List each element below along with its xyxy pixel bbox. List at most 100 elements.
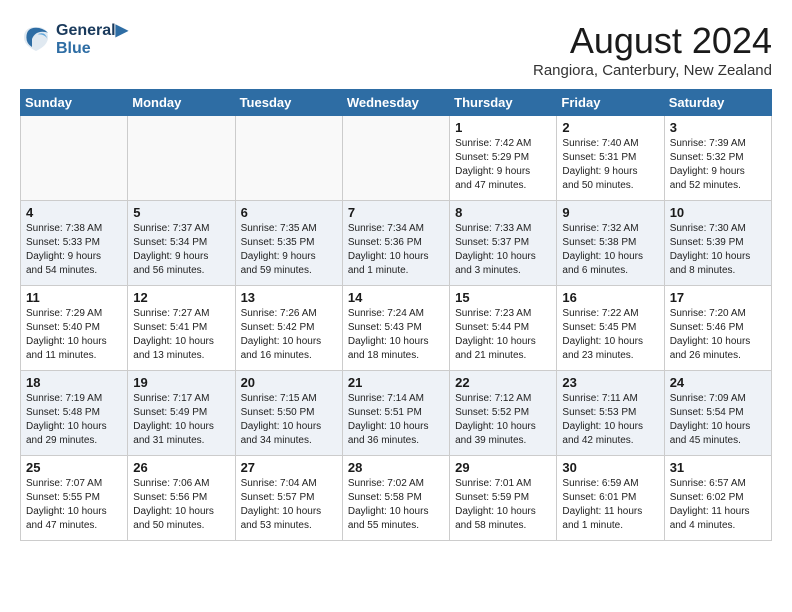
day-cell: 13Sunrise: 7:26 AM Sunset: 5:42 PM Dayli… [235,286,342,371]
day-info: Sunrise: 7:01 AM Sunset: 5:59 PM Dayligh… [455,477,551,533]
day-number: 12 [133,290,229,305]
col-header-sunday: Sunday [21,90,128,116]
day-cell: 18 Sunrise: 7:19 AM Sunset: 5:48 PM Dayli… [21,371,128,456]
day-cell: 21 Sunrise: 7:14 AM Sunset: 5:51 PM Dayli… [342,371,449,456]
day-info: Sunrise: 7:39 AM Sunset: 5:32 PM Dayligh… [670,137,766,193]
day-cell: 19Sunrise: 7:17 AM Sunset: 5:49 PM Dayli… [128,371,235,456]
logo-text: General▶ Blue [56,20,128,58]
day-info: Sunrise: 7:22 AM Sunset: 5:45 PM Dayligh… [562,307,658,363]
header-row: SundayMondayTuesdayWednesdayThursdayFrid… [21,90,772,116]
day-number: 10 [670,205,766,220]
day-info: Sunrise: 7:15 AM Sunset: 5:50 PM Dayligh… [241,392,337,448]
day-info: Sunrise: 7:38 AM Sunset: 5:33 PM Dayligh… [26,222,122,278]
day-cell: 12 Sunrise: 7:27 AM Sunset: 5:41 PM Dayli… [128,286,235,371]
day-cell: 26 Sunrise: 7:06 AM Sunset: 5:56 PM Dayli… [128,456,235,541]
day-info: Sunrise: 6:57 AM Sunset: 6:02 PM Dayligh… [670,477,766,533]
week-row-5: 25 Sunrise: 7:07 AM Sunset: 5:55 PM Dayli… [21,456,772,541]
day-cell: 9Sunrise: 7:32 AM Sunset: 5:38 PM Daylig… [557,201,664,286]
day-number: 24 [670,375,766,390]
day-cell: 8 Sunrise: 7:33 AM Sunset: 5:37 PM Daylig… [450,201,557,286]
col-header-thursday: Thursday [450,90,557,116]
day-number: 23 [562,375,658,390]
col-header-wednesday: Wednesday [342,90,449,116]
col-header-saturday: Saturday [664,90,771,116]
week-row-4: 18 Sunrise: 7:19 AM Sunset: 5:48 PM Dayli… [21,371,772,456]
day-number: 21 [348,375,444,390]
logo: General▶ Blue [20,20,128,58]
day-info: Sunrise: 7:24 AM Sunset: 5:43 PM Dayligh… [348,307,444,363]
day-cell: 31 Sunrise: 6:57 AM Sunset: 6:02 PM Dayli… [664,456,771,541]
day-cell: 25 Sunrise: 7:07 AM Sunset: 5:55 PM Dayli… [21,456,128,541]
week-row-1: 1Sunrise: 7:42 AM Sunset: 5:29 PM Daylig… [21,116,772,201]
day-number: 4 [26,205,122,220]
day-number: 2 [562,120,658,135]
day-number: 29 [455,460,551,475]
day-info: Sunrise: 7:35 AM Sunset: 5:35 PM Dayligh… [241,222,337,278]
day-cell: 29 Sunrise: 7:01 AM Sunset: 5:59 PM Dayli… [450,456,557,541]
logo-icon [20,23,52,55]
day-info: Sunrise: 7:32 AM Sunset: 5:38 PM Dayligh… [562,222,658,278]
day-info: Sunrise: 7:33 AM Sunset: 5:37 PM Dayligh… [455,222,551,278]
day-cell: 6 Sunrise: 7:35 AM Sunset: 5:35 PM Daylig… [235,201,342,286]
day-cell: 30 Sunrise: 6:59 AM Sunset: 6:01 PM Dayli… [557,456,664,541]
day-cell [128,116,235,201]
day-cell: 11 Sunrise: 7:29 AM Sunset: 5:40 PM Dayli… [21,286,128,371]
day-info: Sunrise: 7:11 AM Sunset: 5:53 PM Dayligh… [562,392,658,448]
day-cell: 22 Sunrise: 7:12 AM Sunset: 5:52 PM Dayli… [450,371,557,456]
day-number: 22 [455,375,551,390]
day-cell: 5Sunrise: 7:37 AM Sunset: 5:34 PM Daylig… [128,201,235,286]
day-cell: 4 Sunrise: 7:38 AM Sunset: 5:33 PM Daylig… [21,201,128,286]
day-info: Sunrise: 7:17 AM Sunset: 5:49 PM Dayligh… [133,392,229,448]
day-number: 14 [348,290,444,305]
day-cell: 16 Sunrise: 7:22 AM Sunset: 5:45 PM Dayli… [557,286,664,371]
day-number: 28 [348,460,444,475]
day-number: 26 [133,460,229,475]
day-info: Sunrise: 7:27 AM Sunset: 5:41 PM Dayligh… [133,307,229,363]
day-info: Sunrise: 7:20 AM Sunset: 5:46 PM Dayligh… [670,307,766,363]
day-number: 3 [670,120,766,135]
day-cell [21,116,128,201]
day-info: Sunrise: 7:14 AM Sunset: 5:51 PM Dayligh… [348,392,444,448]
day-cell: 20 Sunrise: 7:15 AM Sunset: 5:50 PM Dayli… [235,371,342,456]
day-number: 15 [455,290,551,305]
day-number: 11 [26,290,122,305]
day-info: Sunrise: 7:37 AM Sunset: 5:34 PM Dayligh… [133,222,229,278]
day-cell: 23 Sunrise: 7:11 AM Sunset: 5:53 PM Dayli… [557,371,664,456]
day-info: Sunrise: 7:04 AM Sunset: 5:57 PM Dayligh… [241,477,337,533]
day-cell: 15 Sunrise: 7:23 AM Sunset: 5:44 PM Dayli… [450,286,557,371]
day-cell: 10Sunrise: 7:30 AM Sunset: 5:39 PM Dayli… [664,201,771,286]
day-number: 8 [455,205,551,220]
day-cell: 2 Sunrise: 7:40 AM Sunset: 5:31 PM Daylig… [557,116,664,201]
day-number: 13 [241,290,337,305]
day-info: Sunrise: 7:40 AM Sunset: 5:31 PM Dayligh… [562,137,658,193]
day-cell: 3 Sunrise: 7:39 AM Sunset: 5:32 PM Daylig… [664,116,771,201]
day-info: Sunrise: 7:07 AM Sunset: 5:55 PM Dayligh… [26,477,122,533]
location: Rangiora, Canterbury, New Zealand [533,62,772,79]
day-info: Sunrise: 7:29 AM Sunset: 5:40 PM Dayligh… [26,307,122,363]
day-number: 17 [670,290,766,305]
col-header-tuesday: Tuesday [235,90,342,116]
day-number: 31 [670,460,766,475]
day-info: Sunrise: 6:59 AM Sunset: 6:01 PM Dayligh… [562,477,658,533]
day-number: 30 [562,460,658,475]
day-number: 16 [562,290,658,305]
day-number: 25 [26,460,122,475]
day-number: 27 [241,460,337,475]
day-info: Sunrise: 7:42 AM Sunset: 5:29 PM Dayligh… [455,137,551,193]
day-cell [342,116,449,201]
day-cell: 24Sunrise: 7:09 AM Sunset: 5:54 PM Dayli… [664,371,771,456]
week-row-3: 11 Sunrise: 7:29 AM Sunset: 5:40 PM Dayli… [21,286,772,371]
col-header-friday: Friday [557,90,664,116]
day-number: 6 [241,205,337,220]
day-cell: 1Sunrise: 7:42 AM Sunset: 5:29 PM Daylig… [450,116,557,201]
day-info: Sunrise: 7:06 AM Sunset: 5:56 PM Dayligh… [133,477,229,533]
day-info: Sunrise: 7:12 AM Sunset: 5:52 PM Dayligh… [455,392,551,448]
day-info: Sunrise: 7:19 AM Sunset: 5:48 PM Dayligh… [26,392,122,448]
day-cell: 14 Sunrise: 7:24 AM Sunset: 5:43 PM Dayli… [342,286,449,371]
title-block: August 2024 Rangiora, Canterbury, New Ze… [533,20,772,79]
day-number: 20 [241,375,337,390]
day-info: Sunrise: 7:23 AM Sunset: 5:44 PM Dayligh… [455,307,551,363]
day-number: 18 [26,375,122,390]
page-header: General▶ Blue August 2024 Rangiora, Cant… [20,20,772,79]
week-row-2: 4 Sunrise: 7:38 AM Sunset: 5:33 PM Daylig… [21,201,772,286]
